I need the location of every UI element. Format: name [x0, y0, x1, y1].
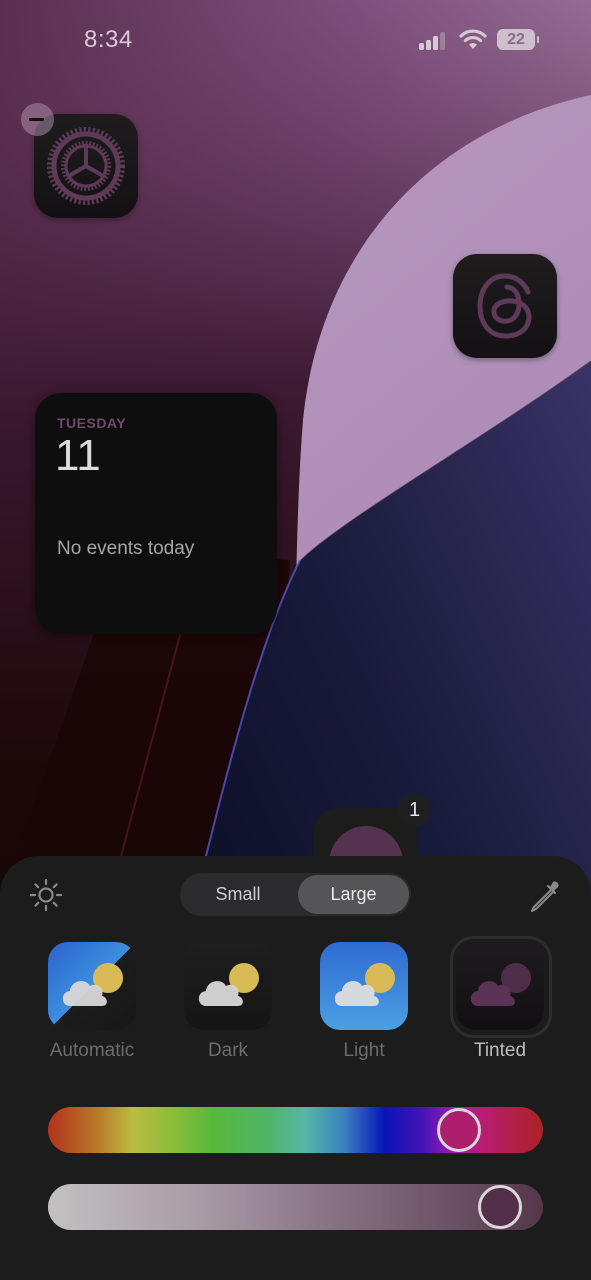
calendar-events-text: No events today	[57, 538, 195, 559]
tint-intensity-slider[interactable]	[48, 1184, 543, 1230]
tint-slider-thumb[interactable]	[477, 1185, 522, 1229]
calendar-date: 11	[55, 431, 101, 480]
calendar-widget[interactable]: TUESDAY 11 No events today	[35, 393, 277, 634]
size-large-option[interactable]: Large	[298, 875, 409, 914]
battery-indicator: 22	[497, 29, 539, 50]
style-option-dark[interactable]: Dark	[175, 942, 281, 1062]
status-bar: 8:34 22	[0, 0, 591, 80]
wifi-icon	[459, 29, 487, 49]
customize-sheet: Small Large Automatic Dark Light Tinted	[0, 856, 591, 1280]
threads-app-icon[interactable]	[453, 254, 557, 358]
calendar-day: TUESDAY	[57, 415, 127, 431]
cellular-signal-icon	[419, 32, 447, 50]
hue-slider-thumb[interactable]	[437, 1108, 482, 1152]
style-option-light[interactable]: Light	[311, 942, 417, 1062]
remove-app-button[interactable]	[21, 103, 54, 136]
style-label: Tinted	[473, 1040, 527, 1061]
style-label: Dark	[207, 1040, 249, 1061]
size-small-option[interactable]: Small	[182, 875, 294, 914]
threads-icon	[477, 273, 532, 339]
sun-icon[interactable]	[28, 877, 64, 913]
status-time: 8:34	[84, 26, 133, 53]
eyedropper-icon[interactable]	[525, 878, 563, 916]
size-toggle: Small Large	[180, 873, 411, 916]
style-option-tinted[interactable]: Tinted	[447, 936, 553, 1062]
weather-automatic-icon	[48, 942, 136, 1030]
style-option-automatic[interactable]: Automatic	[39, 942, 145, 1062]
weather-light-icon	[320, 942, 408, 1030]
hue-slider[interactable]	[48, 1107, 543, 1153]
minus-icon	[29, 118, 44, 121]
weather-dark-icon	[184, 942, 272, 1030]
style-label: Light	[343, 1040, 385, 1061]
style-label: Automatic	[49, 1040, 135, 1061]
weather-tinted-icon	[456, 942, 544, 1030]
notification-badge: 1	[398, 794, 431, 827]
